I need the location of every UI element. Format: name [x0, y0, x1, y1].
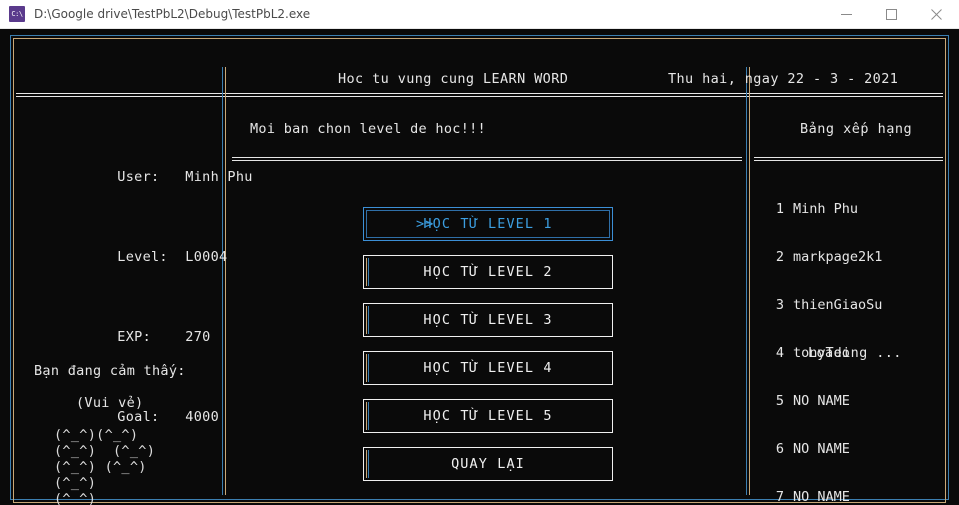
menu-item-label: QUAY LẠI — [451, 456, 525, 472]
maximize-icon — [886, 8, 897, 20]
leaderboard-panel: Bảng xếp hạng 1 Minh Phu 2 markpage2k1 3 th… — [756, 107, 943, 505]
window-controls — [824, 0, 959, 28]
leaderboard-title: Bảng xếp hạng — [800, 121, 913, 137]
close-icon — [931, 8, 942, 20]
level-menu: >> HỌC TỪ LEVEL 1 HỌC TỪ LEVEL 2 HỌC TỪ … — [232, 207, 744, 495]
rank-number: 2 — [775, 249, 784, 265]
user-info-panel: User: Minh Phu Level: L0004 EXP: 270 Goal: 4… — [16, 107, 252, 505]
rank-name: markpage2k1 — [793, 249, 883, 265]
rank-number: 6 — [775, 441, 784, 457]
application-window: C:\ D:\Google drive\TestPbL2\Debug\TestP… — [0, 0, 959, 505]
rank-name: thienGiaoSu — [793, 297, 883, 313]
user-label: User: — [117, 169, 160, 185]
maximize-button[interactable] — [869, 0, 914, 28]
menu-item-label: HỌC TỪ LEVEL 3 — [423, 312, 553, 328]
exp-label: EXP: — [117, 329, 151, 345]
minimize-icon — [841, 13, 852, 15]
app-title: Hoc tu vung cung LEARN WORD — [338, 71, 569, 87]
goal-label: Goal: — [117, 409, 160, 425]
list-item: 5 NO NAME — [758, 393, 882, 409]
window-title: D:\Google drive\TestPbL2\Debug\TestPbL2.… — [34, 7, 311, 21]
menu-item-back[interactable]: QUAY LẠI — [363, 447, 613, 481]
current-date: Thu hai, ngay 22 - 3 - 2021 — [668, 71, 899, 87]
rank-name: NO NAME — [793, 441, 850, 457]
mood-ascii-art: (^_^)(^_^) (^_^) (^_^) (^_^) (^_^) (^_^)… — [54, 427, 156, 505]
level-value: L0004 — [185, 249, 228, 265]
menu-item-level-4[interactable]: HỌC TỪ LEVEL 4 — [363, 351, 613, 385]
console-header: Hoc tu vung cung LEARN WORD Thu hai, nga… — [16, 71, 943, 91]
right-divider — [746, 67, 750, 495]
button-edge-blue — [368, 258, 369, 286]
console-app-icon-glyph: C:\ — [11, 9, 23, 18]
menu-panel: Moi ban chon level de hoc!!! >> HỌC TỪ L… — [232, 107, 744, 493]
exp-value: 270 — [185, 329, 211, 345]
button-edge-tan — [366, 402, 367, 430]
menu-item-level-3[interactable]: HỌC TỪ LEVEL 3 — [363, 303, 613, 337]
button-edge-blue — [368, 450, 369, 478]
console-screen: Hoc tu vung cung LEARN WORD Thu hai, nga… — [0, 29, 959, 505]
list-item: 3 thienGiaoSu — [758, 297, 883, 313]
close-button[interactable] — [914, 0, 959, 28]
button-edge-tan — [366, 450, 367, 478]
menu-item-level-2[interactable]: HỌC TỪ LEVEL 2 — [363, 255, 613, 289]
menu-prompt: Moi ban chon level de hoc!!! — [250, 121, 486, 137]
console-app-icon: C:\ — [9, 6, 25, 22]
rank-number: 4 — [775, 345, 784, 361]
button-edge-tan — [366, 354, 367, 382]
menu-item-level-5[interactable]: HỌC TỪ LEVEL 5 — [363, 399, 613, 433]
rank-name: NO NAME — [793, 489, 850, 505]
title-bar: C:\ D:\Google drive\TestPbL2\Debug\TestP… — [0, 0, 959, 29]
list-item: 6 NO NAME — [758, 441, 882, 457]
rank-number: 1 — [775, 201, 784, 217]
rank-name: Minh Phu — [793, 201, 859, 217]
rank-name: NO NAME — [793, 393, 850, 409]
rank-number: 5 — [775, 393, 784, 409]
loading-status: Loading ... — [808, 345, 902, 361]
menu-item-label: HỌC TỪ LEVEL 5 — [423, 408, 553, 424]
rank-number: 7 — [775, 489, 784, 505]
user-info-row: Level: L0004 — [33, 233, 253, 281]
menu-item-level-1[interactable]: >> HỌC TỪ LEVEL 1 — [363, 207, 613, 241]
button-edge-blue — [368, 402, 369, 430]
mood-value: (Vui vẻ) — [76, 395, 144, 411]
list-item: 2 markpage2k1 — [758, 249, 883, 265]
menu-item-label: HỌC TỪ LEVEL 2 — [423, 264, 553, 280]
button-edge-tan — [366, 306, 367, 334]
menu-item-label: HỌC TỪ LEVEL 4 — [423, 360, 553, 376]
goal-value: 4000 — [185, 409, 219, 425]
level-label: Level: — [117, 249, 168, 265]
button-edge-tan — [366, 258, 367, 286]
button-edge-blue — [368, 354, 369, 382]
rank-number: 3 — [775, 297, 784, 313]
list-item: 7 NO NAME — [758, 489, 882, 505]
button-edge-blue — [368, 306, 369, 334]
user-info-table: User: Minh Phu Level: L0004 EXP: 270 Goal: 4… — [33, 121, 253, 473]
user-info-row: User: Minh Phu — [33, 153, 253, 201]
leaderboard-list: 1 Minh Phu 2 markpage2k1 3 thienGiaoSu 4 ton… — [758, 169, 883, 505]
menu-item-label: HỌC TỪ LEVEL 1 — [423, 216, 553, 232]
user-info-row: EXP: 270 — [33, 313, 253, 361]
mood-label: Bạn đang cảm thấy: — [34, 363, 186, 379]
minimize-button[interactable] — [824, 0, 869, 28]
list-item: 1 Minh Phu — [758, 201, 882, 217]
header-separator — [16, 93, 943, 97]
